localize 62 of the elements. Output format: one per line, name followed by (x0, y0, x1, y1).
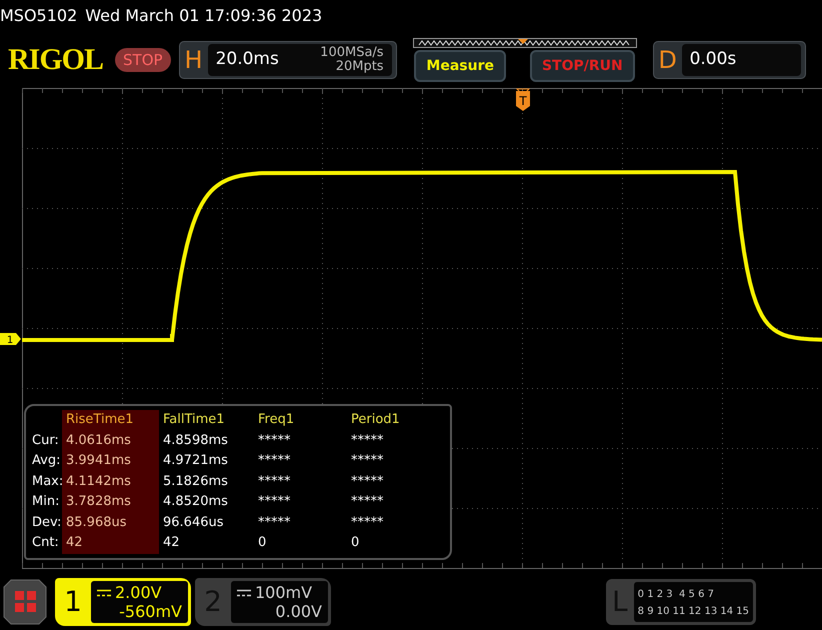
table-cell-text: 96.646us (162, 514, 224, 532)
column-header[interactable]: FallTime1 (159, 410, 254, 430)
dc-coupling-icon (237, 588, 251, 596)
run-state-badge: STOP (115, 48, 171, 72)
delay-label: D (657, 45, 678, 76)
table-cell-text: ***** (257, 432, 292, 450)
delay-panel[interactable]: D 0.00s (652, 41, 806, 79)
table-cell-text: ***** (350, 452, 384, 470)
channel-scale: 2.00V (115, 583, 162, 602)
horizontal-panel[interactable]: H 20.0ms 100MSa/s 20Mpts (178, 41, 397, 79)
brand-logo: RIGOL (8, 45, 104, 75)
channel-marker[interactable] (0, 333, 21, 345)
table-cell-text: 4.9721ms (162, 452, 229, 470)
column-header[interactable]: Period1 (347, 410, 437, 430)
table-cell-text: 4.8520ms (162, 493, 229, 511)
table-cell-text: 42 (162, 534, 181, 552)
table-cell-text: ***** (257, 493, 292, 511)
channel-button[interactable]: 1 2.00V -560mV (55, 578, 191, 626)
delay-value: 0.00s (690, 48, 736, 72)
table-cell-text: 0 (350, 534, 360, 552)
table-cell-text: ***** (350, 493, 384, 511)
table-cell-text: ***** (257, 514, 292, 532)
table-cell: 42 (62, 533, 159, 554)
trigger-marker[interactable] (516, 91, 530, 111)
date-time: Wed March 01 17:09:36 2023 (85, 5, 322, 27)
row-label: Min: (31, 493, 60, 511)
row-label: Dev: (31, 514, 62, 532)
table-cell-text: ***** (257, 472, 292, 490)
table-cell-text: 4.8598ms (162, 432, 229, 450)
trigger-marker-label: T (519, 94, 527, 108)
channel-number: 1 (63, 584, 83, 620)
channel-marker-label: 1 (6, 335, 14, 346)
table-cell: 3.9941ms (62, 451, 159, 472)
row-label: Max: (31, 472, 62, 490)
table-cell-text: ***** (257, 452, 292, 470)
row-label: Cur: (31, 432, 60, 450)
menu-button[interactable] (3, 579, 47, 625)
timebase-value: 20.0ms (216, 48, 279, 72)
table-cell: 3.7828ms (62, 492, 159, 512)
channel-offset: -560mV (118, 602, 182, 621)
table-cell: 4.1142ms (62, 472, 159, 492)
table-cell-text: ***** (350, 514, 384, 532)
table-cell-text: ***** (350, 472, 384, 490)
table-cell: 4.0616ms (62, 430, 159, 451)
table-cell-text: ***** (350, 432, 384, 450)
channel-scale: 100mV (255, 583, 312, 602)
measure-button[interactable]: Measure (414, 50, 506, 82)
sample-rate: 100MSa/s (320, 46, 384, 60)
horizontal-label: H (184, 45, 204, 76)
row-label: Cnt: (31, 534, 60, 552)
memory-depth: 20Mpts (334, 60, 384, 74)
table-cell-text: 5.1826ms (162, 472, 229, 490)
channel-offset: 0.00V (274, 602, 322, 621)
logic-channels: 0 1 2 3 4 5 6 7 (638, 588, 715, 602)
table-cell-text: 0 (257, 534, 268, 552)
table-cell: 85.968us (62, 512, 159, 533)
logic-channels: 8 9 10 11 12 13 14 15 (638, 605, 749, 619)
column-header[interactable]: Freq1 (254, 410, 347, 430)
dc-coupling-icon (97, 588, 111, 596)
column-header[interactable]: RiseTime1 (62, 410, 159, 430)
row-label: Avg: (31, 452, 62, 470)
model-name: MSO5102 (0, 5, 78, 27)
